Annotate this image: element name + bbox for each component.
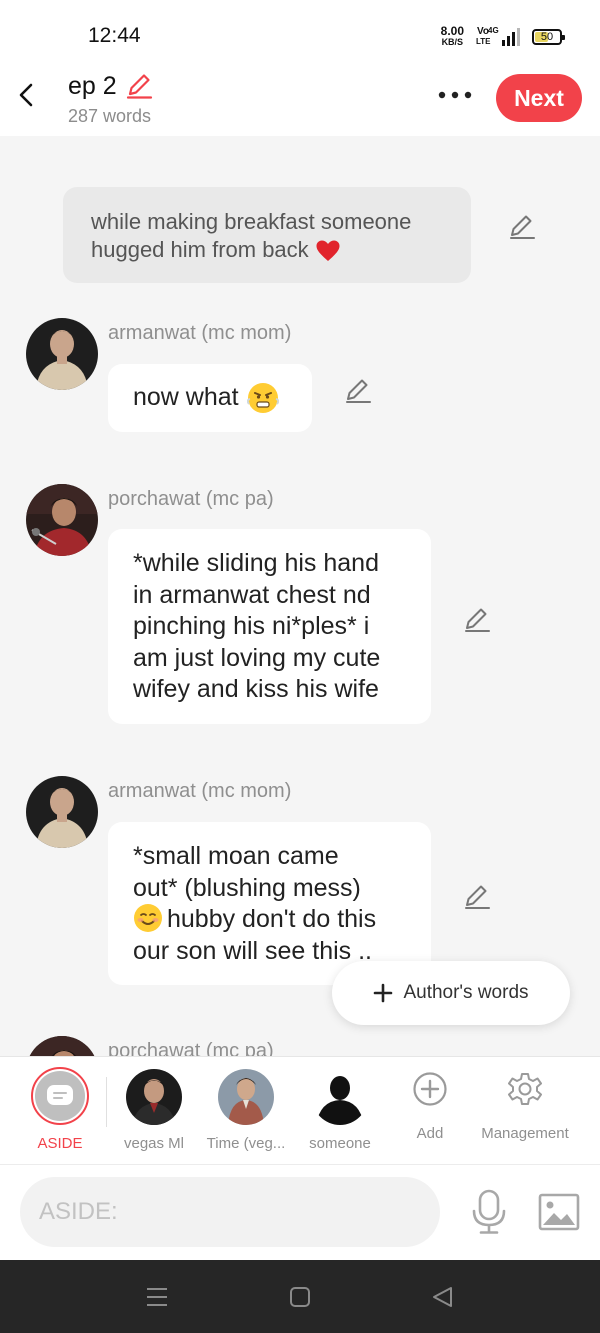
word-count: 287 words	[68, 106, 152, 126]
angry-face-emoji-icon	[247, 382, 280, 413]
aside-avatar	[31, 1067, 89, 1125]
battery-icon: 50	[532, 29, 565, 45]
back-icon[interactable]	[14, 82, 40, 108]
home-icon[interactable]	[287, 1284, 313, 1310]
character-aside[interactable]: ASIDE	[10, 1057, 110, 1165]
character-label: ASIDE	[37, 1135, 83, 1152]
edit-icon[interactable]	[507, 211, 537, 241]
next-button[interactable]: Next	[496, 74, 582, 122]
chat-area[interactable]: while making breakfast someone hugged hi…	[0, 136, 600, 1056]
status-indicators: 8.00 KB/S Vo LTE 4G 50	[440, 24, 565, 48]
menu-icon[interactable]	[144, 1284, 170, 1310]
avatar[interactable]	[26, 484, 98, 556]
character-someone[interactable]: someone	[290, 1057, 390, 1165]
message-text: *while sliding his hand	[133, 549, 379, 577]
more-options-icon[interactable]	[436, 82, 476, 108]
system-navigation-bar	[0, 1260, 600, 1333]
armanwat-avatar-image	[26, 776, 98, 848]
add-icon	[413, 1072, 447, 1106]
message-text: out* (blushing mess)	[133, 873, 361, 902]
character-time[interactable]: Time (veg...	[196, 1057, 296, 1165]
speaker-name: porchawat (mc pa)	[108, 488, 274, 510]
character-label: someone	[309, 1135, 371, 1152]
message-text: wifey and kiss his wife	[133, 675, 379, 703]
network-speed-value: 8.00	[440, 24, 464, 38]
battery-level: 50	[540, 31, 554, 43]
volte-bottom: LTE	[476, 37, 491, 46]
porchawat-avatar-image	[26, 484, 98, 556]
smiling-face-emoji-icon	[134, 903, 162, 932]
authors-words-button[interactable]: Author's words	[332, 961, 570, 1025]
aside-message-icon	[47, 1085, 73, 1105]
plus-icon	[374, 983, 393, 1003]
input-bar	[0, 1164, 600, 1260]
edit-icon[interactable]	[462, 604, 492, 634]
character-vegas[interactable]: vegas Ml	[104, 1057, 204, 1165]
character-label: vegas Ml	[123, 1135, 185, 1152]
network-type: 4G	[488, 26, 499, 35]
management-button[interactable]: Management	[475, 1057, 575, 1165]
avatar	[312, 1069, 368, 1125]
character-label: Time (veg...	[206, 1135, 286, 1152]
edit-icon[interactable]	[462, 881, 492, 911]
edit-title-icon[interactable]	[124, 70, 154, 100]
armanwat-avatar-image	[26, 318, 98, 390]
add-character-button[interactable]: Add	[380, 1057, 480, 1165]
message-line: hubby don't do this	[133, 903, 406, 936]
header: ep 2 287 words Next	[0, 70, 600, 136]
speaker-name: armanwat (mc mom)	[108, 322, 292, 344]
avatar[interactable]	[26, 1036, 98, 1056]
edit-icon[interactable]	[343, 375, 373, 405]
management-label: Management	[481, 1125, 569, 1142]
aside-text: while making breakfast someone hugged hi…	[91, 209, 412, 262]
message-text: *small moan came	[133, 842, 339, 870]
back-nav-icon[interactable]	[430, 1284, 456, 1310]
message-text: now what	[133, 383, 239, 411]
heart-emoji-icon	[316, 240, 340, 262]
microphone-icon[interactable]	[469, 1189, 509, 1235]
message-text: pinching his ni*ples* i	[133, 612, 370, 640]
status-time: 12:44	[88, 24, 141, 47]
message-bubble[interactable]: now what	[108, 364, 312, 432]
message-text: in armanwat chest nd	[133, 580, 371, 609]
status-bar: 12:44 8.00 KB/S Vo LTE 4G 50	[0, 0, 600, 70]
speaker-name: porchawat (mc pa)	[108, 1040, 274, 1056]
avatar[interactable]	[26, 318, 98, 390]
message-input[interactable]	[20, 1177, 440, 1247]
image-icon[interactable]	[538, 1192, 580, 1232]
add-label: Add	[416, 1125, 444, 1142]
avatar	[218, 1069, 274, 1125]
signal-icon: 4G	[488, 26, 520, 46]
speaker-name: armanwat (mc mom)	[108, 780, 292, 802]
character-bar: ASIDE vegas Ml Time (veg... someone Add …	[0, 1056, 600, 1164]
message-bubble[interactable]: *while sliding his hand in armanwat ches…	[108, 529, 431, 724]
network-speed: 8.00 KB/S	[440, 24, 464, 48]
authors-words-label: Author's words	[403, 982, 529, 1003]
avatar[interactable]	[26, 776, 98, 848]
message-text: hubby don't do this	[167, 905, 377, 933]
aside-bubble[interactable]: while making breakfast someone hugged hi…	[63, 187, 471, 283]
porchawat-avatar-image	[26, 1036, 98, 1056]
avatar	[126, 1069, 182, 1125]
message-text: am just loving my cute	[133, 643, 381, 672]
gear-icon	[508, 1073, 542, 1105]
network-speed-unit: KB/S	[441, 37, 464, 47]
episode-title: ep 2	[68, 72, 117, 100]
